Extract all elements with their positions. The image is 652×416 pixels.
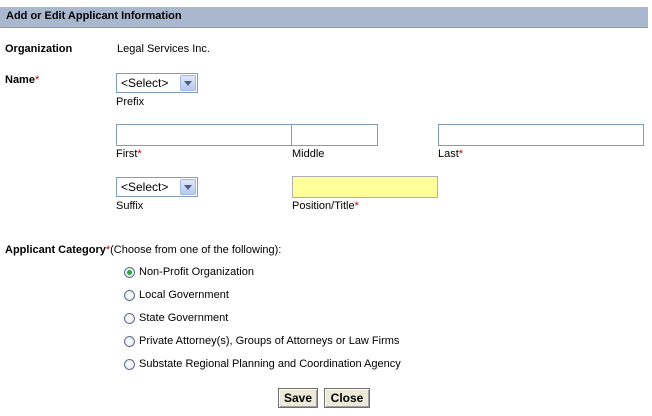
first-caption-text: First [116, 148, 138, 160]
last-caption: Last* [438, 148, 463, 160]
section-title: Add or Edit Applicant Information [6, 10, 182, 22]
radio-icon[interactable] [124, 335, 135, 347]
chevron-down-icon[interactable] [180, 75, 196, 91]
category-option-substate-regional[interactable]: Substate Regional Planning and Coordinat… [124, 358, 401, 370]
position-caption-text: Position/Title [292, 200, 355, 212]
save-button[interactable]: Save [278, 388, 318, 408]
option-label: Substate Regional Planning and Coordinat… [139, 358, 401, 370]
required-mark: * [354, 200, 359, 212]
prefix-select-value: <Select> [121, 76, 169, 90]
suffix-caption: Suffix [116, 200, 144, 212]
organization-value: Legal Services Inc. [117, 43, 210, 55]
first-name-input[interactable] [116, 124, 292, 146]
last-name-input[interactable] [438, 124, 644, 146]
prefix-select[interactable]: <Select> [116, 73, 198, 93]
radio-dot [127, 269, 132, 275]
option-label: Private Attorney(s), Groups of Attorneys… [139, 335, 400, 347]
suffix-select[interactable]: <Select> [116, 177, 198, 197]
category-label-text: Applicant Category [5, 244, 106, 256]
close-button[interactable]: Close [324, 388, 370, 408]
name-label: Name* [5, 74, 39, 86]
middle-name-input[interactable] [291, 124, 378, 146]
option-label: Non-Profit Organization [139, 266, 254, 278]
category-option-non-profit[interactable]: Non-Profit Organization [124, 266, 254, 278]
option-label: Local Government [139, 289, 229, 301]
radio-selected-icon[interactable] [124, 266, 135, 278]
last-caption-text: Last [438, 148, 459, 160]
section-header: Add or Edit Applicant Information [0, 7, 648, 28]
first-caption: First* [116, 148, 142, 160]
category-label: Applicant Category*(Choose from one of t… [5, 244, 281, 256]
category-option-local-government[interactable]: Local Government [124, 289, 229, 301]
category-hint: (Choose from one of the following): [110, 244, 282, 256]
middle-caption: Middle [292, 148, 325, 160]
radio-icon[interactable] [124, 312, 135, 324]
suffix-select-value: <Select> [121, 180, 169, 194]
radio-icon[interactable] [124, 289, 135, 301]
radio-icon[interactable] [124, 358, 135, 370]
category-option-private-attorney[interactable]: Private Attorney(s), Groups of Attorneys… [124, 335, 399, 347]
organization-label: Organization [5, 43, 73, 55]
prefix-caption: Prefix [116, 96, 145, 108]
chevron-down-icon[interactable] [180, 179, 196, 195]
position-caption: Position/Title* [292, 200, 359, 212]
option-label: State Government [139, 312, 229, 324]
required-mark: * [458, 148, 464, 160]
category-option-state-government[interactable]: State Government [124, 312, 228, 324]
required-mark: * [137, 148, 142, 160]
name-label-text: Name [5, 74, 35, 86]
required-mark: * [34, 74, 40, 86]
position-title-input[interactable] [292, 176, 438, 198]
